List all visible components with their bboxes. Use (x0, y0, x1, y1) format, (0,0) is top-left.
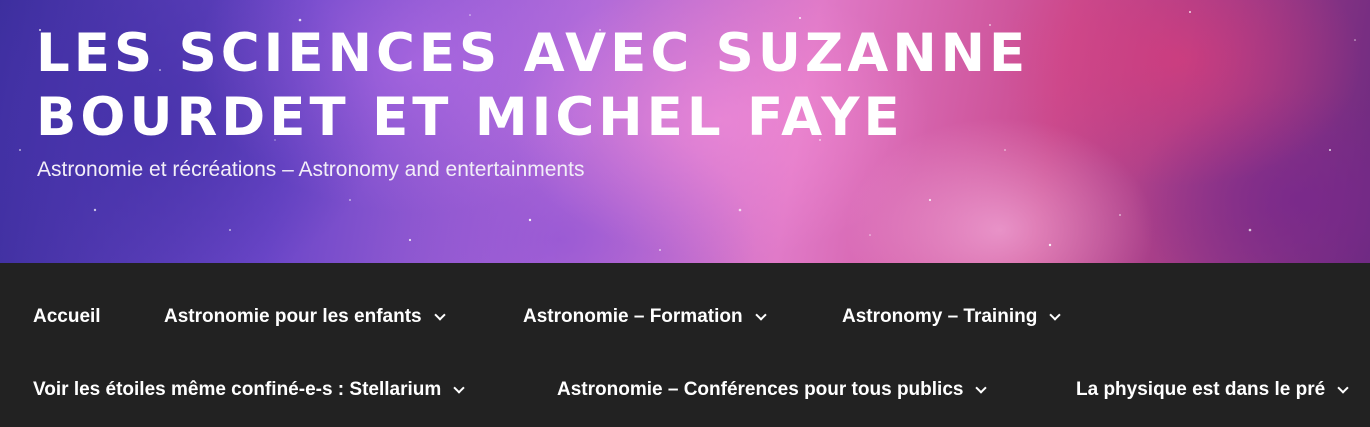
nav-item-la-physique-est-dans-le-pre[interactable]: La physique est dans le pré (1076, 375, 1349, 405)
chevron-down-icon[interactable] (453, 381, 465, 394)
nav-item-accueil[interactable]: Accueil (33, 302, 101, 332)
chevron-down-icon[interactable] (433, 308, 446, 321)
nav-item-label: Voir les étoiles même confiné-e-s : Stel… (33, 379, 442, 400)
site-header: LES SCIENCES AVEC SUZANNE BOURDET ET MIC… (0, 0, 1370, 263)
nav-item-astronomie-pour-les-enfants[interactable]: Astronomie pour les enfants (164, 302, 446, 332)
nav-item-label: Astronomie – Conférences pour tous publi… (557, 379, 964, 400)
chevron-down-icon[interactable] (754, 308, 767, 321)
main-navigation: Accueil Astronomie pour les enfants Astr… (0, 263, 1370, 427)
site-title[interactable]: LES SCIENCES AVEC SUZANNE BOURDET ET MIC… (36, 22, 1336, 150)
nav-item-astronomie-formation[interactable]: Astronomie – Formation (523, 302, 767, 332)
chevron-down-icon[interactable] (1337, 381, 1349, 394)
nav-item-label: Astronomie pour les enfants (164, 306, 422, 327)
nav-item-stellarium[interactable]: Voir les étoiles même confiné-e-s : Stel… (33, 375, 465, 405)
chevron-down-icon[interactable] (975, 381, 988, 394)
nav-item-label: La physique est dans le pré (1076, 379, 1326, 400)
nav-item-label: Astronomy – Training (842, 306, 1038, 327)
chevron-down-icon[interactable] (1049, 308, 1061, 321)
nav-item-astronomy-training[interactable]: Astronomy – Training (842, 302, 1061, 332)
nav-item-label: Astronomie – Formation (523, 306, 743, 327)
site-description: Astronomie et récréations – Astronomy an… (37, 158, 585, 181)
nav-item-conferences[interactable]: Astronomie – Conférences pour tous publi… (557, 375, 988, 405)
nav-item-label: Accueil (33, 306, 101, 327)
